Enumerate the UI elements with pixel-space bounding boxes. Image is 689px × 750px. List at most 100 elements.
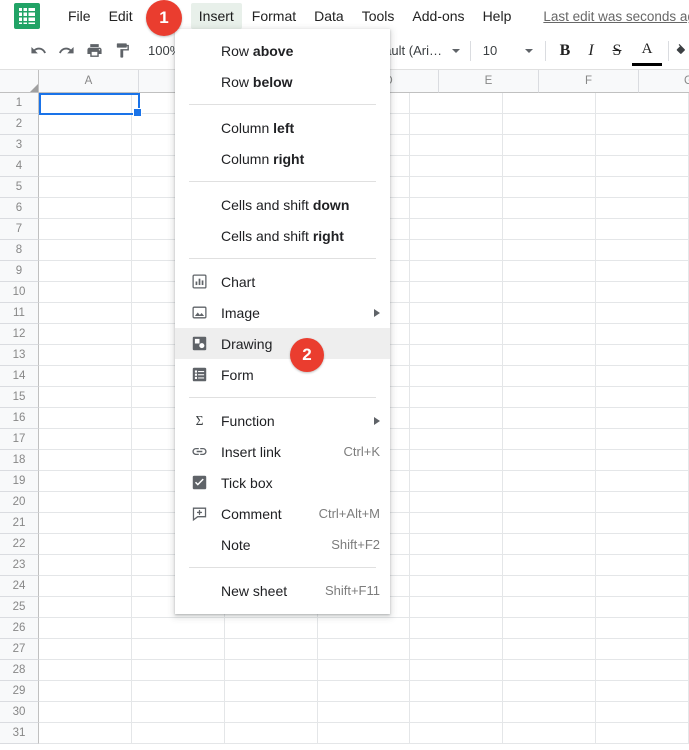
cell-G26[interactable]: [596, 618, 689, 639]
cell-A24[interactable]: [39, 576, 132, 597]
cell-E21[interactable]: [410, 513, 504, 534]
cell-A1[interactable]: [39, 93, 132, 114]
cell-D31[interactable]: [317, 723, 411, 744]
cell-F5[interactable]: [503, 177, 597, 198]
strikethrough-button[interactable]: S: [604, 38, 630, 64]
cell-G4[interactable]: [596, 156, 689, 177]
cell-A18[interactable]: [39, 450, 132, 471]
cell-G15[interactable]: [596, 387, 689, 408]
cell-E26[interactable]: [410, 618, 504, 639]
menu-add-ons[interactable]: Add-ons: [404, 3, 472, 29]
row-header-12[interactable]: 12: [0, 324, 39, 345]
row-header-8[interactable]: 8: [0, 240, 39, 261]
row-header-26[interactable]: 26: [0, 618, 39, 639]
last-edit-status[interactable]: Last edit was seconds ago: [543, 9, 689, 24]
cell-A14[interactable]: [39, 366, 132, 387]
menu-item-comment[interactable]: Comment Ctrl+Alt+M: [175, 498, 390, 529]
row-header-27[interactable]: 27: [0, 639, 39, 660]
row-header-9[interactable]: 9: [0, 261, 39, 282]
cell-A25[interactable]: [39, 597, 132, 618]
cell-F17[interactable]: [503, 429, 597, 450]
cell-E5[interactable]: [410, 177, 504, 198]
cell-E2[interactable]: [410, 114, 504, 135]
row-header-2[interactable]: 2: [0, 114, 39, 135]
cell-F31[interactable]: [503, 723, 597, 744]
cell-C31[interactable]: [224, 723, 318, 744]
menu-item-note[interactable]: Note Shift+F2: [175, 529, 390, 560]
row-header-7[interactable]: 7: [0, 219, 39, 240]
row-header-30[interactable]: 30: [0, 702, 39, 723]
cell-F7[interactable]: [503, 219, 597, 240]
cell-E1[interactable]: [410, 93, 504, 114]
cell-E10[interactable]: [410, 282, 504, 303]
cell-E3[interactable]: [410, 135, 504, 156]
row-header-23[interactable]: 23: [0, 555, 39, 576]
cell-G24[interactable]: [596, 576, 689, 597]
cell-F28[interactable]: [503, 660, 597, 681]
column-header-f[interactable]: F: [539, 70, 639, 93]
cell-D26[interactable]: [317, 618, 411, 639]
redo-icon[interactable]: [52, 37, 80, 65]
menu-item-chart[interactable]: Chart: [175, 266, 390, 297]
row-header-25[interactable]: 25: [0, 597, 39, 618]
italic-button[interactable]: I: [578, 38, 604, 64]
cell-G1[interactable]: [596, 93, 689, 114]
cell-G6[interactable]: [596, 198, 689, 219]
row-header-3[interactable]: 3: [0, 135, 39, 156]
cell-G5[interactable]: [596, 177, 689, 198]
cell-A20[interactable]: [39, 492, 132, 513]
cell-A22[interactable]: [39, 534, 132, 555]
cell-F15[interactable]: [503, 387, 597, 408]
row-header-11[interactable]: 11: [0, 303, 39, 324]
cell-E13[interactable]: [410, 345, 504, 366]
cell-F1[interactable]: [503, 93, 597, 114]
cell-E17[interactable]: [410, 429, 504, 450]
cell-F16[interactable]: [503, 408, 597, 429]
cell-A3[interactable]: [39, 135, 132, 156]
menu-item-function[interactable]: Σ Function: [175, 405, 390, 436]
cell-E6[interactable]: [410, 198, 504, 219]
cell-A23[interactable]: [39, 555, 132, 576]
cell-A9[interactable]: [39, 261, 132, 282]
cell-F24[interactable]: [503, 576, 597, 597]
cell-F20[interactable]: [503, 492, 597, 513]
cell-C30[interactable]: [224, 702, 318, 723]
select-all-corner[interactable]: [0, 70, 39, 93]
undo-icon[interactable]: [24, 37, 52, 65]
cell-F26[interactable]: [503, 618, 597, 639]
cell-F6[interactable]: [503, 198, 597, 219]
cell-G20[interactable]: [596, 492, 689, 513]
print-icon[interactable]: [80, 37, 108, 65]
cell-G23[interactable]: [596, 555, 689, 576]
cell-E28[interactable]: [410, 660, 504, 681]
paint-format-icon[interactable]: [108, 37, 136, 65]
cell-A13[interactable]: [39, 345, 132, 366]
row-header-4[interactable]: 4: [0, 156, 39, 177]
row-header-21[interactable]: 21: [0, 513, 39, 534]
cell-D29[interactable]: [317, 681, 411, 702]
column-header-e[interactable]: E: [439, 70, 539, 93]
cell-A12[interactable]: [39, 324, 132, 345]
menu-item-column-left[interactable]: Column left: [175, 112, 390, 143]
cell-D28[interactable]: [317, 660, 411, 681]
row-header-29[interactable]: 29: [0, 681, 39, 702]
menu-help[interactable]: Help: [475, 3, 520, 29]
cell-G7[interactable]: [596, 219, 689, 240]
cell-F25[interactable]: [503, 597, 597, 618]
cell-E20[interactable]: [410, 492, 504, 513]
cell-E19[interactable]: [410, 471, 504, 492]
cell-E22[interactable]: [410, 534, 504, 555]
menu-item-row-above[interactable]: Row above: [175, 35, 390, 66]
cell-F27[interactable]: [503, 639, 597, 660]
cell-A19[interactable]: [39, 471, 132, 492]
row-header-18[interactable]: 18: [0, 450, 39, 471]
cell-F14[interactable]: [503, 366, 597, 387]
cell-B26[interactable]: [131, 618, 225, 639]
cell-A27[interactable]: [39, 639, 132, 660]
cell-E24[interactable]: [410, 576, 504, 597]
cell-F18[interactable]: [503, 450, 597, 471]
cell-A17[interactable]: [39, 429, 132, 450]
cell-A26[interactable]: [39, 618, 132, 639]
row-header-15[interactable]: 15: [0, 387, 39, 408]
cell-F12[interactable]: [503, 324, 597, 345]
